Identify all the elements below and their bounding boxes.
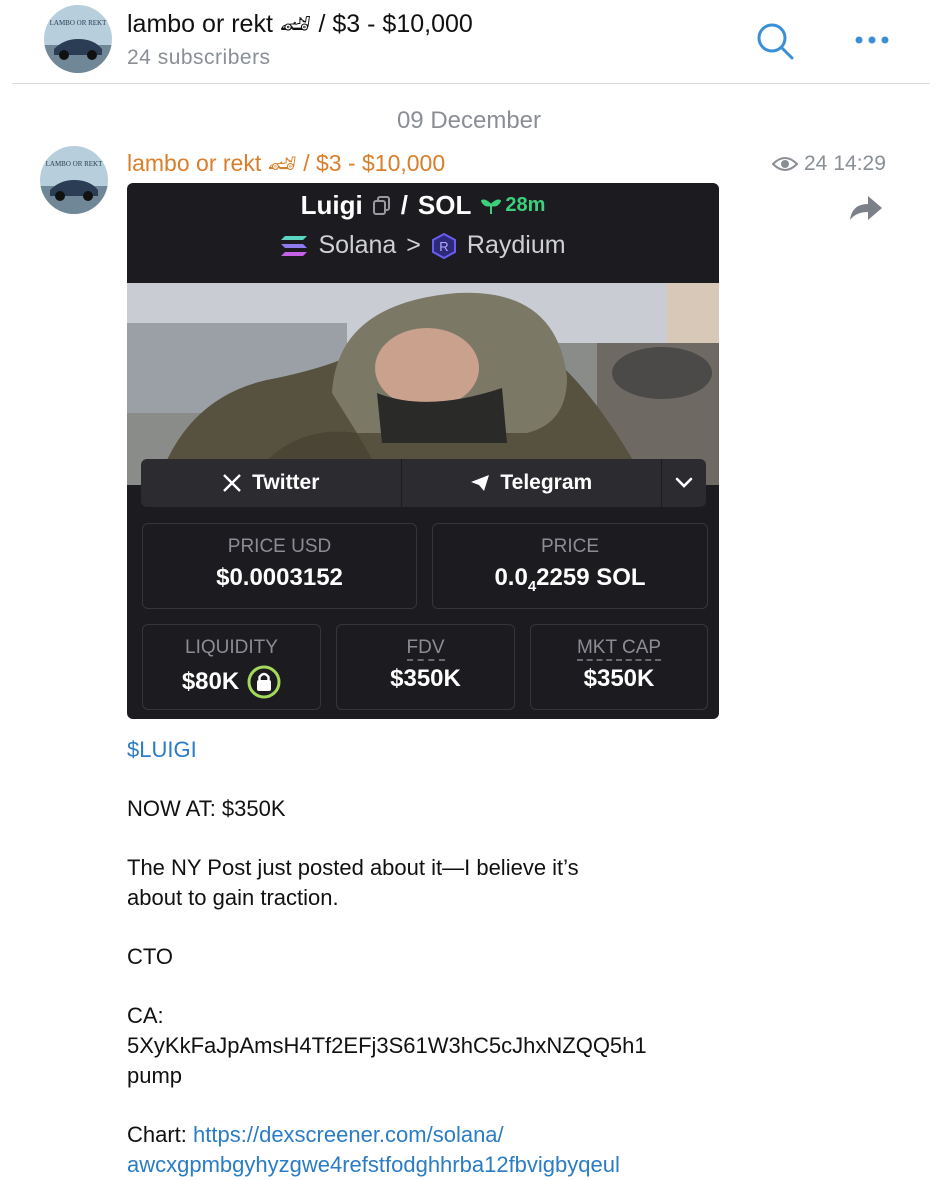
age-value: 28m (505, 194, 546, 216)
breadcrumb-separator: > (406, 231, 421, 259)
fdv-box: FDV $350K (336, 624, 515, 710)
channel-avatar[interactable]: LAMBO OR REKT (44, 5, 112, 73)
price-usd-box: PRICE USD $0.0003152 (142, 523, 417, 609)
pair-slash: / (400, 190, 408, 220)
contract-address: 5XyKkFaJpAmsH4Tf2EFj3S61W3hC5cJhxNZQQ5h1 (127, 1033, 647, 1058)
cto-line: CTO (127, 944, 174, 969)
price-usd-label: PRICE USD (227, 536, 332, 557)
price-usd-value: $0.0003152 (216, 564, 343, 591)
telegram-plane-icon (471, 475, 490, 491)
token-photo (127, 283, 719, 485)
message-sender[interactable]: lambo or rekt 🏎 / $3 - $10,000 (127, 150, 445, 177)
price-rest: 2259 SOL (536, 564, 646, 591)
chart-link[interactable]: https://dexscreener.com/solana/ (193, 1122, 504, 1147)
subscriber-count: 24 subscribers (127, 46, 271, 69)
price-label: PRICE (540, 536, 600, 557)
token-name: Luigi (300, 190, 363, 220)
price-native-box: PRICE 0.042259 SOL (432, 523, 708, 609)
dex-name: Raydium (466, 231, 566, 259)
mktcap-label-wrap: MKT CAP (531, 637, 707, 661)
chart-label: Chart: (127, 1122, 187, 1147)
forward-icon[interactable] (848, 192, 884, 224)
channel-title[interactable]: lambo or rekt 🏎 / $3 - $10,000 (127, 10, 473, 39)
raydium-icon: R (431, 232, 456, 259)
card-title: Luigi / SOL 28m (127, 190, 719, 221)
view-count: 24 (804, 152, 828, 175)
card-chain-dex: Solana > R Raydium (127, 231, 719, 260)
chat-header: LAMBO OR REKT lambo or rekt 🏎 / $3 - $10… (0, 0, 938, 84)
ticker-hashtag[interactable]: $LUIGI (127, 735, 197, 765)
liquidity-box: LIQUIDITY $80K (142, 624, 321, 710)
svg-text:R: R (439, 239, 448, 254)
chevron-down-icon (675, 477, 693, 488)
x-logo-icon (223, 474, 241, 492)
price-subscript: 4 (527, 577, 537, 595)
liquidity-value: $80K (181, 668, 240, 695)
twitter-label: Twitter (252, 471, 320, 494)
header-divider (12, 83, 930, 84)
message-time: 14:29 (833, 152, 886, 175)
copy-icon[interactable] (372, 195, 391, 216)
news-line-2: about to gain traction. (127, 885, 339, 910)
token-card[interactable]: Luigi / SOL 28m Solana > R Raydium Twitt… (127, 183, 719, 719)
chart-link-cont[interactable]: awcxgpmbgyhyzgwe4refstfodghhrba12fbvigby… (127, 1150, 620, 1180)
social-links-bar: Twitter Telegram (141, 459, 706, 507)
search-icon[interactable] (754, 20, 796, 62)
news-line-1: The NY Post just posted about it—I belie… (127, 855, 579, 880)
now-at-line: NOW AT: $350K (127, 796, 286, 821)
ca-label: CA: (127, 1003, 164, 1028)
svg-text:LAMBO OR REKT: LAMBO OR REKT (46, 160, 104, 168)
fdv-label-wrap: FDV (337, 637, 514, 661)
sprout-icon (481, 199, 502, 214)
date-separator: 09 December (396, 107, 542, 134)
lock-icon (247, 665, 281, 699)
twitter-link[interactable]: Twitter (141, 459, 402, 507)
mktcap-value: $350K (583, 665, 655, 692)
fdv-value: $350K (390, 665, 461, 692)
liquidity-value-row: $80K (143, 665, 320, 699)
telegram-label: Telegram (500, 471, 593, 494)
sender-avatar[interactable]: LAMBO OR REKT (40, 146, 108, 214)
chart-line: Chart: https://dexscreener.com/solana/ (127, 1120, 504, 1150)
mktcap-box: MKT CAP $350K (530, 624, 708, 710)
eye-icon (772, 157, 798, 171)
contract-suffix: pump (127, 1063, 183, 1088)
price-native-value: 0.042259 SOL (433, 564, 707, 595)
price-prefix: 0.0 (494, 564, 528, 591)
telegram-link[interactable]: Telegram (402, 459, 663, 507)
pair-age: 28m (481, 194, 545, 217)
more-dots-icon[interactable] (852, 28, 892, 52)
mktcap-label: MKT CAP (576, 637, 662, 661)
links-dropdown-button[interactable] (662, 459, 706, 507)
fdv-label: FDV (406, 637, 445, 661)
message-meta: 24 14:29 (772, 152, 886, 176)
chain-name: Solana (318, 231, 397, 259)
liquidity-label: LIQUIDITY (185, 637, 278, 658)
svg-text:LAMBO OR REKT: LAMBO OR REKT (50, 19, 108, 27)
pair-name: SOL (417, 190, 472, 220)
solana-icon (281, 235, 308, 256)
